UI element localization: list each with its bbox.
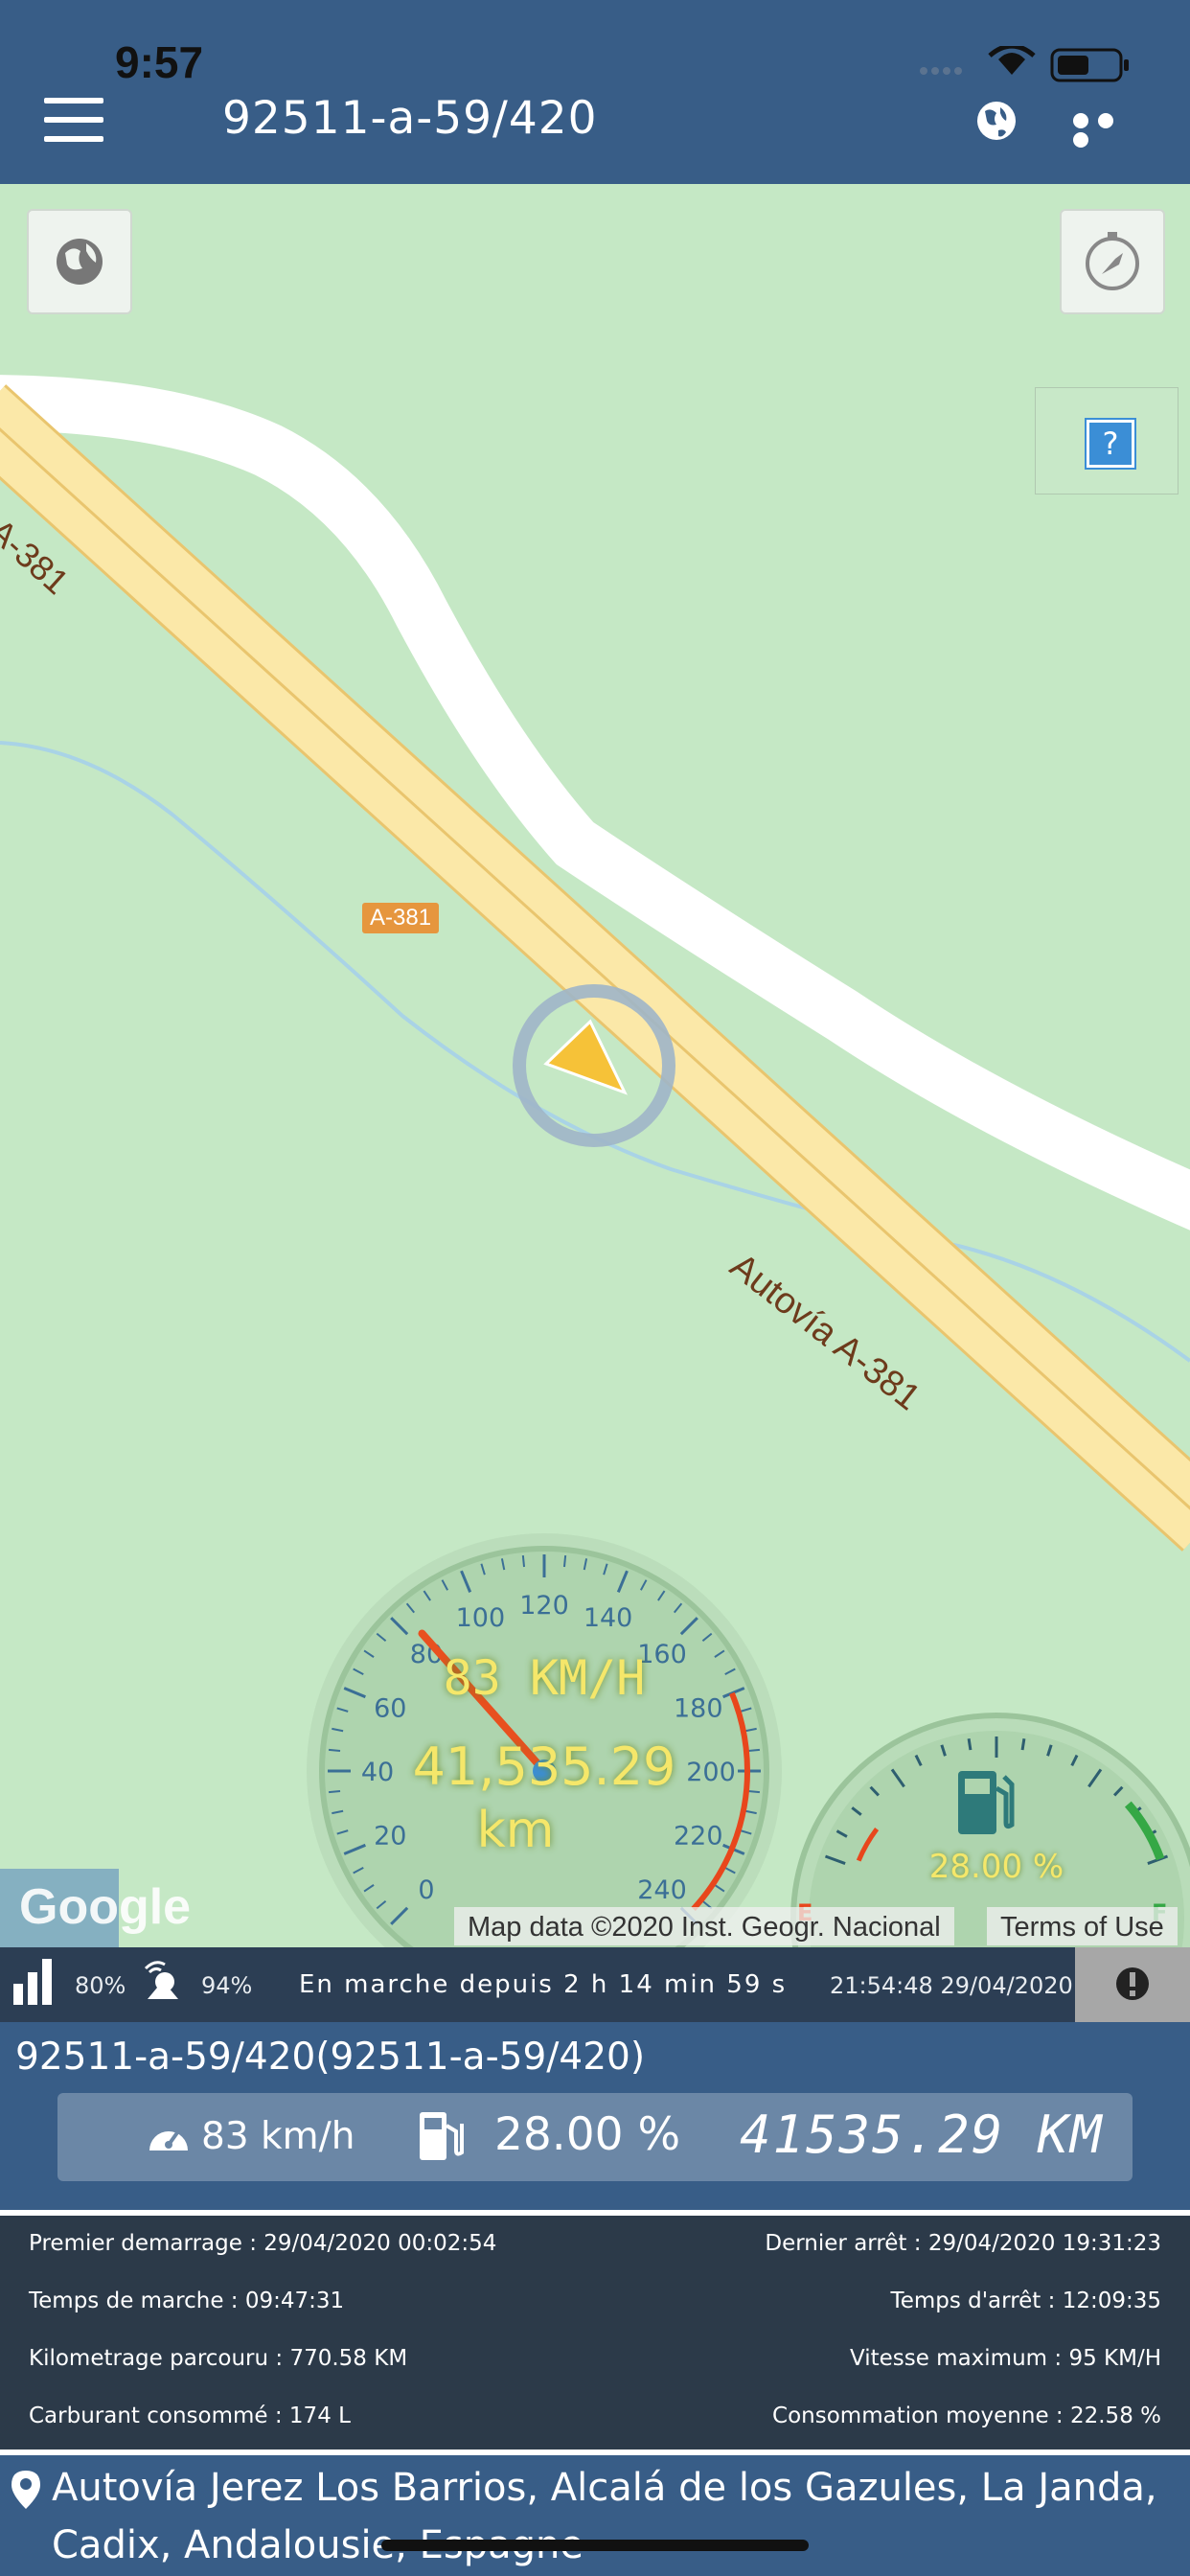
gps-value: 94%: [201, 1972, 253, 1999]
speed-readout: 83 KM/H: [443, 1650, 646, 1706]
running-duration: En marche depuis 2 h 14 min 59 s: [299, 1970, 788, 1999]
address-text: Autovía Jerez Los Barrios, Alcalá de los…: [52, 2466, 1157, 2567]
stat-fuel-consumed: Carburant consommé : 174 L: [29, 2404, 351, 2428]
status-indicators: [920, 46, 1129, 82]
summary-fuel: 28.00 %: [494, 2108, 681, 2161]
menu-icon[interactable]: [44, 98, 103, 142]
stat-first-start: Premier demarrage : 29/04/2020 00:02:54: [29, 2231, 497, 2256]
speed-tick-label: 100: [456, 1603, 506, 1633]
fuel-readout: 28.00 %: [928, 1848, 1064, 1886]
speed-tick-label: 120: [519, 1591, 569, 1621]
speed-tick: [562, 1554, 567, 1568]
speed-tick: [521, 1554, 526, 1568]
fuel-tick: [967, 1737, 973, 1751]
stat-distance: Kilometrage parcouru : 770.58 KM: [29, 2346, 408, 2371]
help-icon[interactable]: ?: [1087, 420, 1134, 468]
status-time: 9:57: [115, 37, 204, 87]
compass-button[interactable]: [1060, 209, 1165, 314]
odometer-unit: km: [476, 1802, 555, 1859]
globe-icon: [57, 239, 103, 285]
stat-stop-time: Temps d'arrêt : 12:09:35: [890, 2288, 1161, 2313]
last-update-time: 21:54:48 29/04/2020: [830, 1972, 1073, 1999]
stat-running-time: Temps de marche : 09:47:31: [29, 2288, 345, 2313]
stat-avg-consumption: Consommation moyenne : 22.58 %: [772, 2404, 1161, 2428]
gps-icon: [144, 1961, 178, 1999]
speedometer-icon: [149, 2129, 188, 2150]
speed-tick-label: 0: [418, 1875, 434, 1905]
vehicle-name: 92511-a-59/420(92511-a-59/420): [15, 2036, 646, 2079]
home-indicator[interactable]: [381, 2540, 809, 2551]
stat-max-speed: Vitesse maximum : 95 KM/H: [849, 2346, 1161, 2371]
road-shield: A-381: [362, 903, 440, 933]
terms-link[interactable]: Terms of Use: [987, 1907, 1178, 1945]
fuel-icon: [420, 2112, 464, 2160]
fuel-tick: [1020, 1737, 1026, 1751]
location-pin-icon: [11, 2471, 40, 2509]
alert-icon: [1116, 1967, 1149, 2000]
speed-tick-label: 140: [584, 1603, 633, 1633]
globe-icon[interactable]: [975, 100, 1018, 142]
summary-odometer: 41535.29 KM: [740, 2104, 1104, 2165]
google-logo: Google: [19, 1879, 192, 1935]
map-attribution: Map data ©2020 Inst. Geogr. Nacional: [454, 1907, 954, 1945]
alert-button[interactable]: [1075, 1947, 1190, 2022]
stat-last-stop: Dernier arrêt : 29/04/2020 19:31:23: [765, 2231, 1161, 2256]
signal-icon: [13, 1959, 52, 2005]
more-icon[interactable]: [1073, 113, 1144, 148]
map-layer-button[interactable]: [27, 209, 132, 314]
page-title: 92511-a-59/420: [222, 92, 598, 145]
summary-speed: 83 km/h: [201, 2115, 355, 2158]
speed-tick-label: 240: [637, 1875, 687, 1905]
odometer-readout: 41,535.29: [412, 1736, 676, 1797]
signal-value: 80%: [75, 1972, 126, 1999]
compass-icon: [1086, 232, 1139, 290]
